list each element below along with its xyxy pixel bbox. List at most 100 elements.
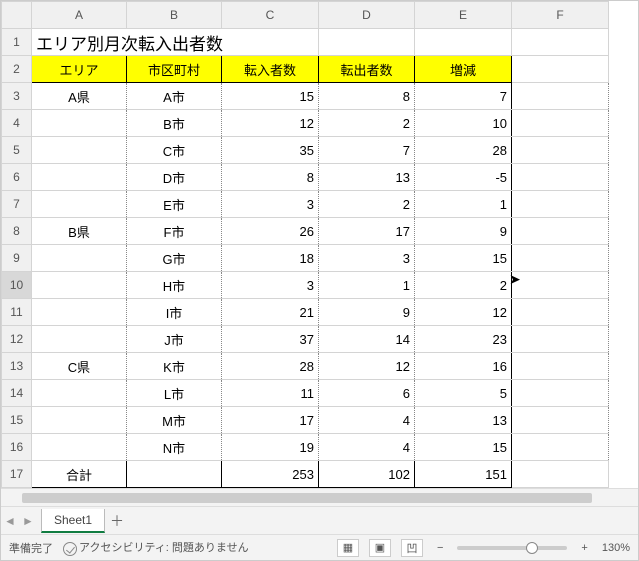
cell-diff[interactable]: 9 (415, 218, 512, 245)
cell-muni[interactable]: B市 (127, 110, 222, 137)
cell-in[interactable]: 3 (222, 272, 319, 299)
cell-muni[interactable]: H市 (127, 272, 222, 299)
cell-out[interactable]: 2 (319, 191, 415, 218)
cell-out[interactable]: 1 (319, 272, 415, 299)
header-area[interactable]: エリア (32, 56, 127, 83)
row-header-8[interactable]: 8 (2, 218, 32, 245)
row-header-16[interactable]: 16 (2, 434, 32, 461)
cell-area[interactable] (32, 137, 127, 164)
row-header-14[interactable]: 14 (2, 380, 32, 407)
tab-nav-next[interactable]: ► (19, 514, 37, 528)
cell-in[interactable]: 35 (222, 137, 319, 164)
cell-in[interactable]: 18 (222, 245, 319, 272)
row-header-5[interactable]: 5 (2, 137, 32, 164)
tab-nav-prev[interactable]: ◄ (1, 514, 19, 528)
cell-out[interactable]: 14 (319, 326, 415, 353)
cell-diff[interactable]: 10 (415, 110, 512, 137)
cell-area[interactable] (32, 272, 127, 299)
cell-diff[interactable]: 13 (415, 407, 512, 434)
row-header-3[interactable]: 3 (2, 83, 32, 110)
cell-muni[interactable]: A市 (127, 83, 222, 110)
cell-muni[interactable]: C市 (127, 137, 222, 164)
total-diff[interactable]: 151 (415, 461, 512, 488)
cell-muni[interactable]: N市 (127, 434, 222, 461)
row-header-10[interactable]: 10 (2, 272, 32, 299)
row-header-1[interactable]: 1 (2, 29, 32, 56)
cell-out[interactable]: 2 (319, 110, 415, 137)
row-header-4[interactable]: 4 (2, 110, 32, 137)
total-label[interactable]: 合計 (32, 461, 127, 488)
cell-out[interactable]: 4 (319, 407, 415, 434)
cell-out[interactable]: 13 (319, 164, 415, 191)
cell-area[interactable] (32, 245, 127, 272)
column-header-E[interactable]: E (415, 2, 512, 29)
row-header-6[interactable]: 6 (2, 164, 32, 191)
cell-diff[interactable]: 28 (415, 137, 512, 164)
row-header-7[interactable]: 7 (2, 191, 32, 218)
cell-diff[interactable]: -5 (415, 164, 512, 191)
column-header-A[interactable]: A (32, 2, 127, 29)
cell-out[interactable]: 7 (319, 137, 415, 164)
cell-area[interactable]: A県 (32, 83, 127, 110)
cell-area[interactable]: B県 (32, 218, 127, 245)
cell-diff[interactable]: 12 (415, 299, 512, 326)
column-header-D[interactable]: D (319, 2, 415, 29)
cell-in[interactable]: 12 (222, 110, 319, 137)
cell-diff[interactable]: 16 (415, 353, 512, 380)
select-all-corner[interactable] (2, 2, 32, 29)
cell-in[interactable]: 17 (222, 407, 319, 434)
cell-muni[interactable]: J市 (127, 326, 222, 353)
horizontal-scrollbar[interactable] (1, 488, 638, 506)
view-normal-button[interactable]: ▦ (337, 539, 359, 557)
row-header-11[interactable]: 11 (2, 299, 32, 326)
row-header-2[interactable]: 2 (2, 56, 32, 83)
cell-out[interactable]: 3 (319, 245, 415, 272)
cell-out[interactable]: 9 (319, 299, 415, 326)
zoom-in-button[interactable]: + (577, 542, 591, 554)
cell-muni[interactable]: G市 (127, 245, 222, 272)
cell-in[interactable]: 21 (222, 299, 319, 326)
cell-muni[interactable]: E市 (127, 191, 222, 218)
total-out[interactable]: 102 (319, 461, 415, 488)
cell-area[interactable] (32, 110, 127, 137)
cell-muni[interactable]: F市 (127, 218, 222, 245)
sheet-tab[interactable]: Sheet1 (41, 509, 105, 533)
cell-muni[interactable]: D市 (127, 164, 222, 191)
spreadsheet-grid[interactable]: ABCDEF1 エリア別月次転入出者数 2 エリア 市区町村 転入者数 転出者数… (1, 1, 638, 488)
cell-diff[interactable]: 1 (415, 191, 512, 218)
cell-area[interactable] (32, 299, 127, 326)
cell-in[interactable]: 26 (222, 218, 319, 245)
row-header-13[interactable]: 13 (2, 353, 32, 380)
cell-diff[interactable]: 15 (415, 434, 512, 461)
total-in[interactable]: 253 (222, 461, 319, 488)
cell-in[interactable]: 19 (222, 434, 319, 461)
column-header-C[interactable]: C (222, 2, 319, 29)
cell-out[interactable]: 17 (319, 218, 415, 245)
cell-in[interactable]: 28 (222, 353, 319, 380)
cell-diff[interactable]: 5 (415, 380, 512, 407)
row-header-9[interactable]: 9 (2, 245, 32, 272)
cell-area[interactable] (32, 380, 127, 407)
view-pagebreak-button[interactable]: 凹 (401, 539, 423, 557)
row-header-12[interactable]: 12 (2, 326, 32, 353)
cell-muni[interactable]: M市 (127, 407, 222, 434)
header-diff[interactable]: 増減 (415, 56, 512, 83)
zoom-level[interactable]: 130% (602, 542, 630, 554)
cell-in[interactable]: 11 (222, 380, 319, 407)
cell-out[interactable]: 12 (319, 353, 415, 380)
cell-out[interactable]: 4 (319, 434, 415, 461)
cell-muni[interactable]: L市 (127, 380, 222, 407)
cell-in[interactable]: 15 (222, 83, 319, 110)
header-in[interactable]: 転入者数 (222, 56, 319, 83)
cell-area[interactable] (32, 434, 127, 461)
zoom-slider[interactable] (457, 546, 567, 550)
cell-diff[interactable]: 2 (415, 272, 512, 299)
header-out[interactable]: 転出者数 (319, 56, 415, 83)
cell-out[interactable]: 8 (319, 83, 415, 110)
cell-muni[interactable]: I市 (127, 299, 222, 326)
cell-in[interactable]: 37 (222, 326, 319, 353)
cell-in[interactable]: 3 (222, 191, 319, 218)
cell-muni[interactable]: K市 (127, 353, 222, 380)
cell-diff[interactable]: 7 (415, 83, 512, 110)
row-header-15[interactable]: 15 (2, 407, 32, 434)
